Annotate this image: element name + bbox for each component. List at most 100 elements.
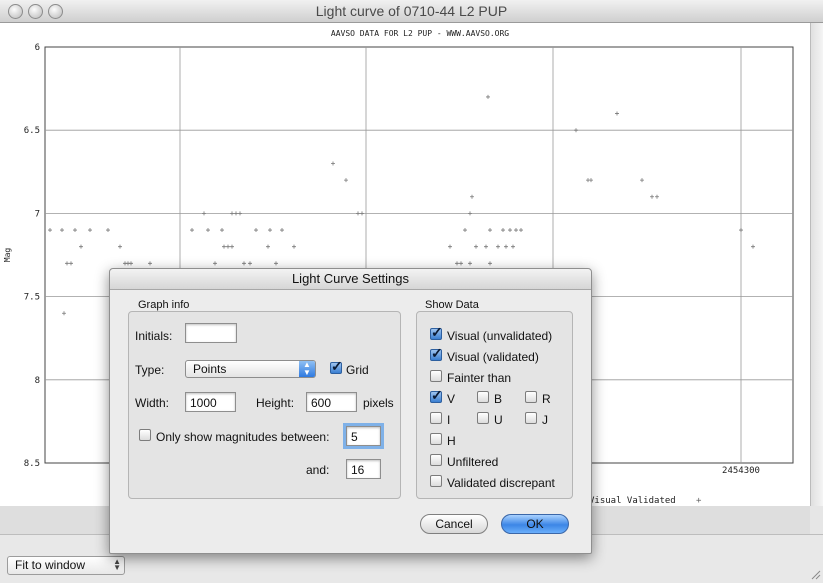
- data-point: [448, 244, 452, 249]
- data-point: [292, 244, 296, 249]
- resize-grip-icon[interactable]: [810, 569, 821, 580]
- data-point: [344, 178, 348, 183]
- r-filter-checkbox[interactable]: [525, 391, 537, 403]
- u-filter-checkbox[interactable]: [477, 412, 489, 424]
- v-filter-checkbox[interactable]: ✓: [430, 387, 443, 403]
- data-point: [356, 211, 360, 216]
- y-tick-label: 6.5: [24, 126, 40, 136]
- grid-checkbox[interactable]: ✓: [330, 358, 343, 374]
- initials-input[interactable]: [185, 323, 237, 343]
- type-value: Points: [193, 362, 227, 376]
- data-point: [468, 211, 472, 216]
- ok-button[interactable]: OK: [501, 514, 569, 534]
- data-point: [222, 244, 226, 249]
- data-point: [48, 228, 52, 233]
- y-axis-label: Mag: [3, 248, 12, 263]
- y-tick-label: 6: [35, 43, 40, 53]
- only-show-magnitudes-checkbox[interactable]: [139, 429, 151, 441]
- data-point: [474, 244, 478, 249]
- u-filter-label: U: [494, 413, 503, 427]
- data-point: [226, 244, 230, 249]
- width-input[interactable]: 1000: [185, 392, 236, 412]
- data-point: [242, 261, 246, 266]
- vertical-scrollbar[interactable]: [810, 23, 823, 506]
- i-filter-label: I: [447, 413, 451, 427]
- data-point: [574, 128, 578, 133]
- b-filter-label: B: [494, 392, 503, 406]
- visual-unvalidated-label: Visual (unvalidated): [447, 329, 553, 343]
- data-point: [230, 211, 234, 216]
- min-magnitude-input[interactable]: 5: [343, 423, 384, 449]
- data-point: [268, 228, 272, 233]
- fainter-than-label: Fainter than: [447, 371, 512, 385]
- v-filter-label: V: [447, 392, 456, 406]
- data-point: [360, 211, 364, 216]
- unfiltered-checkbox[interactable]: [430, 454, 442, 466]
- checkmark-icon: ✓: [431, 345, 443, 361]
- data-point: [129, 261, 133, 266]
- visual-validated-checkbox[interactable]: ✓: [430, 345, 443, 361]
- unfiltered-label: Unfiltered: [447, 455, 499, 469]
- data-point: [589, 178, 593, 183]
- popup-arrows-icon: ▲ ▼: [113, 557, 121, 572]
- fit-to-window-label: Fit to window: [15, 558, 86, 572]
- data-point: [486, 94, 490, 99]
- data-point: [220, 228, 224, 233]
- h-filter-checkbox[interactable]: [430, 433, 442, 445]
- data-point: [73, 228, 77, 233]
- data-point: [468, 261, 472, 266]
- height-input[interactable]: 600: [306, 392, 357, 412]
- and-label: and:: [306, 463, 330, 477]
- type-label: Type:: [135, 363, 165, 377]
- data-point: [190, 228, 194, 233]
- data-point: [470, 194, 474, 199]
- y-tick-label: 8: [35, 376, 40, 386]
- data-point: [504, 244, 508, 249]
- data-point: [739, 228, 743, 233]
- data-point: [488, 228, 492, 233]
- type-popup[interactable]: Points ▲ ▼: [185, 360, 316, 378]
- validated-discrepant-checkbox[interactable]: [430, 475, 442, 487]
- y-axis-ticks: 6 6.5 7 7.5 8 8.5: [24, 43, 40, 469]
- b-filter-checkbox[interactable]: [477, 391, 489, 403]
- y-tick-label: 8.5: [24, 459, 40, 469]
- data-point: [238, 211, 242, 216]
- data-point: [488, 261, 492, 266]
- data-point: [60, 228, 64, 233]
- max-magnitude-input[interactable]: 16: [346, 459, 381, 479]
- data-point: [501, 228, 505, 233]
- data-point: [79, 244, 83, 249]
- legend-marker: +: [696, 496, 702, 506]
- data-point: [650, 194, 654, 199]
- visual-validated-label: Visual (validated): [447, 350, 539, 364]
- i-filter-checkbox[interactable]: [430, 412, 442, 424]
- y-tick-label: 7.5: [24, 293, 40, 303]
- data-point: [496, 244, 500, 249]
- data-point: [484, 244, 488, 249]
- data-point: [118, 244, 122, 249]
- data-point: [514, 228, 518, 233]
- visual-unvalidated-checkbox[interactable]: ✓: [430, 324, 443, 340]
- data-point: [266, 244, 270, 249]
- data-point: [640, 178, 644, 183]
- fit-to-window-popup[interactable]: Fit to window ▲ ▼: [7, 556, 125, 575]
- data-point: [254, 228, 258, 233]
- pixels-label: pixels: [363, 396, 394, 410]
- validated-discrepant-label: Validated discrepant: [447, 476, 555, 490]
- j-filter-checkbox[interactable]: [525, 412, 537, 424]
- light-curve-settings-dialog: Light Curve Settings Graph info Initials…: [109, 268, 592, 554]
- data-point: [202, 211, 206, 216]
- y-tick-label: 7: [35, 209, 40, 219]
- chevron-updown-icon: ▲ ▼: [299, 361, 315, 377]
- data-point: [274, 261, 278, 266]
- data-point: [206, 228, 210, 233]
- only-show-magnitudes-label: Only show magnitudes between:: [156, 430, 330, 444]
- data-point: [459, 261, 463, 266]
- cancel-button[interactable]: Cancel: [420, 514, 488, 534]
- fainter-than-checkbox[interactable]: [430, 370, 442, 382]
- data-point: [280, 228, 284, 233]
- data-point: [106, 228, 110, 233]
- data-point: [234, 211, 238, 216]
- show-data-label: Show Data: [425, 299, 479, 311]
- data-point: [88, 228, 92, 233]
